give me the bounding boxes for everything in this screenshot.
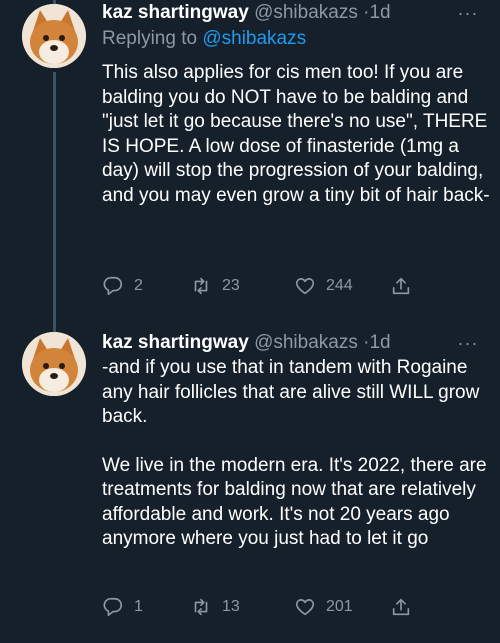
reply-button[interactable]: 2 [102, 273, 143, 299]
retweet-icon [194, 277, 208, 295]
replying-to: Replying to @shibakazs [102, 27, 306, 51]
tweet-header: kaz shartingway @shibakazs ·1d [102, 331, 460, 355]
shiba-avatar-icon [22, 4, 86, 68]
like-button[interactable]: 244 [294, 273, 353, 299]
thread-line [53, 72, 56, 320]
retweet-button[interactable]: 23 [190, 273, 240, 299]
like-button[interactable]: 201 [294, 594, 353, 620]
tweet-text: -and if you use that in tandem with Roga… [102, 356, 492, 552]
author-name[interactable]: kaz shartingway [102, 332, 249, 353]
share-button[interactable] [390, 594, 422, 620]
tweet-actions: 2 23 244 [102, 273, 432, 299]
reply-icon [103, 597, 123, 617]
tweet-actions: 1 13 201 [102, 594, 432, 620]
replying-to-label: Replying to [102, 28, 203, 49]
like-count: 201 [326, 598, 353, 615]
like-icon [295, 278, 315, 295]
tweet-paragraph: -and if you use that in tandem with Roga… [102, 357, 480, 427]
avatar[interactable] [22, 4, 86, 68]
like-count: 244 [326, 277, 353, 294]
retweet-button[interactable]: 13 [190, 594, 240, 620]
tweet-paragraph: This also applies for cis men too! If yo… [102, 62, 490, 206]
retweet-count: 13 [222, 598, 240, 615]
author-handle[interactable]: @shibakazs [254, 2, 358, 23]
like-icon [295, 599, 315, 616]
tweet-header: kaz shartingway @shibakazs ·1d [102, 1, 460, 25]
share-icon [392, 598, 410, 616]
author-name[interactable]: kaz shartingway [102, 2, 249, 23]
retweet-count: 23 [222, 277, 240, 294]
thread-line-top [53, 320, 56, 332]
reply-icon [103, 276, 123, 296]
timestamp[interactable]: 1d [369, 2, 390, 23]
more-icon[interactable]: ··· [456, 4, 480, 30]
reply-button[interactable]: 1 [102, 594, 143, 620]
share-button[interactable] [390, 273, 422, 299]
tweet-text: This also applies for cis men too! If yo… [102, 61, 492, 208]
reply-count: 2 [134, 277, 143, 294]
mention-link[interactable]: @shibakazs [202, 28, 306, 49]
author-handle[interactable]: @shibakazs [254, 332, 358, 353]
reply-count: 1 [134, 598, 143, 615]
share-icon [392, 277, 410, 295]
shiba-avatar-icon [22, 332, 86, 396]
retweet-icon [194, 598, 208, 616]
tweet-1[interactable]: kaz shartingway @shibakazs ·1d ··· Reply… [0, 0, 500, 320]
avatar[interactable] [22, 332, 86, 396]
timestamp[interactable]: 1d [369, 332, 390, 353]
tweet-2[interactable]: kaz shartingway @shibakazs ·1d ··· -and … [0, 320, 500, 643]
tweet-paragraph: We live in the modern era. It's 2022, th… [102, 454, 487, 550]
